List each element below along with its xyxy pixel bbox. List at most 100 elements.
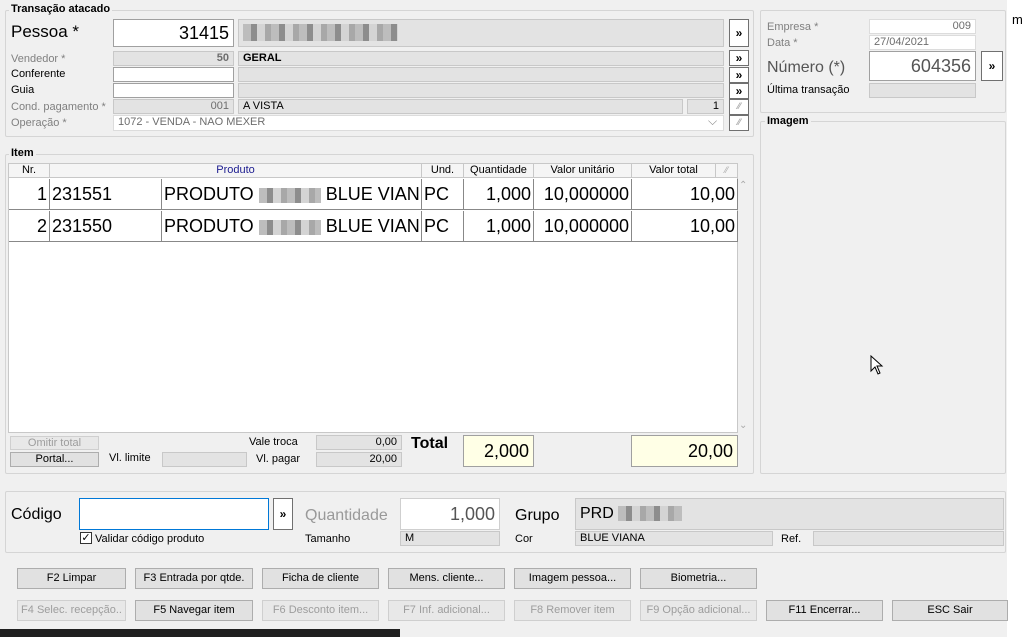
f3-entrada-button[interactable]: F3 Entrada por qtde. — [135, 568, 253, 589]
ref-field — [813, 531, 1004, 546]
row2-desc2: BLUE VIAN — [325, 216, 420, 236]
row1-code[interactable]: 231551 — [50, 179, 162, 210]
f5-navegar-item-button[interactable]: F5 Navegar item — [135, 600, 253, 621]
vale-troca-label: Vale troca — [249, 436, 298, 448]
cond-expand-icon[interactable]: ⁄⁄ — [729, 99, 749, 115]
col-header-valor-total[interactable]: Valor total — [632, 164, 716, 178]
total-qtd-field: 2,000 — [463, 435, 534, 467]
quantidade-label: Quantidade — [305, 507, 388, 524]
omitir-total-button[interactable]: Omitir total — [10, 436, 99, 450]
conferente-code-field[interactable] — [113, 67, 234, 82]
row1-produto[interactable]: PRODUTO BLUE VIAN — [162, 179, 422, 210]
codigo-input[interactable] — [79, 498, 269, 530]
f6-desconto-item-button[interactable]: F6 Desconto item... — [262, 600, 379, 621]
vl-pagar-field: 20,00 — [316, 452, 402, 467]
vendedor-label: Vendedor * — [11, 53, 66, 65]
imagem-pessoa-button[interactable]: Imagem pessoa... — [514, 568, 631, 589]
col-header-quantidade[interactable]: Quantidade — [464, 164, 534, 178]
row2-code[interactable]: 231550 — [50, 211, 162, 242]
total-valor-field: 20,00 — [631, 435, 738, 467]
redacted-desc — [258, 187, 321, 203]
numero-field[interactable]: 604356 — [869, 51, 976, 81]
data-field: 27/04/2021 — [869, 35, 976, 50]
f8-remover-item-button[interactable]: F8 Remover item — [514, 600, 631, 621]
row2-und[interactable]: PC — [422, 211, 464, 242]
guia-name-field — [238, 83, 724, 98]
validar-label[interactable]: Validar código produto — [95, 533, 204, 545]
cond-code-field: 001 — [113, 99, 234, 114]
pessoa-name-field — [238, 19, 724, 47]
vl-limite-label: Vl. limite — [109, 452, 151, 464]
scroll-down-icon[interactable]: ⌄ — [739, 420, 747, 431]
grupo-label: Grupo — [515, 507, 560, 524]
col-header-valor-unitario[interactable]: Valor unitário — [534, 164, 632, 178]
operacao-label: Operação * — [11, 117, 67, 129]
total-label: Total — [411, 435, 449, 452]
row1-unit[interactable]: 10,000000 — [534, 179, 632, 210]
col-header-nr[interactable]: Nr. — [9, 164, 50, 178]
conferente-more-button[interactable]: » — [729, 67, 749, 83]
operacao-select[interactable]: 1072 - VENDA - NAO MEXER — [113, 115, 724, 131]
guia-label: Guia — [11, 84, 35, 96]
esc-sair-button[interactable]: ESC Sair — [892, 600, 1008, 621]
imagem-panel — [760, 121, 1006, 474]
redacted-grupo — [618, 506, 683, 522]
guia-code-field[interactable] — [113, 83, 234, 98]
row1-desc1: PRODUTO — [164, 184, 254, 204]
grupo-value: PRD — [580, 505, 614, 522]
row1-und[interactable]: PC — [422, 179, 464, 210]
biometria-button[interactable]: Biometria... — [640, 568, 757, 589]
conferente-name-field — [238, 67, 724, 82]
scroll-up-icon[interactable]: ⌃ — [739, 180, 747, 191]
f9-opcao-adicional-button[interactable]: F9 Opção adicional... — [640, 600, 757, 621]
pessoa-code-field[interactable]: 31415 — [113, 19, 234, 47]
vl-limite-field — [162, 452, 247, 467]
ficha-cliente-button[interactable]: Ficha de cliente — [262, 568, 379, 589]
row1-nr[interactable]: 1 — [9, 179, 50, 210]
row2-produto[interactable]: PRODUTO BLUE VIAN — [162, 211, 422, 242]
col-header-und[interactable]: Und. — [422, 164, 464, 178]
portal-button[interactable]: Portal... — [10, 452, 99, 467]
row2-unit[interactable]: 10,000000 — [534, 211, 632, 242]
grid-scrollbar[interactable] — [738, 179, 750, 433]
vendedor-code-field: 50 — [113, 51, 234, 66]
operacao-expand-icon[interactable]: ⁄⁄ — [729, 115, 749, 131]
vendedor-name-field: GERAL — [238, 51, 724, 66]
row2-total[interactable]: 10,00 — [632, 211, 738, 242]
row1-desc2: BLUE VIAN — [325, 184, 420, 204]
row2-qtd[interactable]: 1,000 — [464, 211, 534, 242]
numero-more-button[interactable]: » — [981, 51, 1003, 81]
cond-name-field: A VISTA — [238, 99, 683, 114]
empresa-field: 009 — [869, 19, 976, 34]
redacted-desc — [258, 219, 321, 235]
transacao-legend: Transação atacado — [9, 3, 113, 15]
col-header-produto[interactable]: Produto — [50, 164, 422, 178]
cor-field: BLUE VIANA — [575, 531, 773, 546]
data-label: Data * — [767, 37, 798, 49]
guia-more-button[interactable]: » — [729, 83, 749, 99]
imagem-legend: Imagem — [765, 115, 811, 127]
validar-checkbox[interactable]: ✓ — [80, 532, 92, 544]
pessoa-more-button[interactable]: » — [729, 19, 749, 47]
item-legend: Item — [9, 147, 36, 159]
f2-limpar-button[interactable]: F2 Limpar — [17, 568, 126, 589]
col-header-options-icon[interactable]: ⁄⁄ — [716, 164, 738, 178]
codigo-more-button[interactable]: » — [273, 498, 293, 530]
row1-qtd[interactable]: 1,000 — [464, 179, 534, 210]
mens-cliente-button[interactable]: Mens. cliente... — [388, 568, 505, 589]
quantidade-field[interactable]: 1,000 — [400, 498, 500, 530]
empresa-label: Empresa * — [767, 21, 819, 33]
grupo-field: PRD — [575, 498, 1004, 530]
f4-selec-recepcao-button[interactable]: F4 Selec. recepção.. — [17, 600, 126, 621]
row1-total[interactable]: 10,00 — [632, 179, 738, 210]
background-window-strip — [1007, 0, 1023, 637]
f7-inf-adicional-button[interactable]: F7 Inf. adicional... — [388, 600, 505, 621]
row2-nr[interactable]: 2 — [9, 211, 50, 242]
cond-pagamento-label: Cond. pagamento * — [11, 101, 106, 113]
vendedor-more-button[interactable]: » — [729, 50, 749, 66]
cor-label: Cor — [515, 533, 533, 545]
tamanho-field: M — [400, 531, 500, 546]
chevron-down-icon[interactable]: ⌵ — [708, 114, 717, 129]
vl-pagar-label: Vl. pagar — [256, 453, 301, 465]
f11-encerrar-button[interactable]: F11 Encerrar... — [766, 600, 883, 621]
